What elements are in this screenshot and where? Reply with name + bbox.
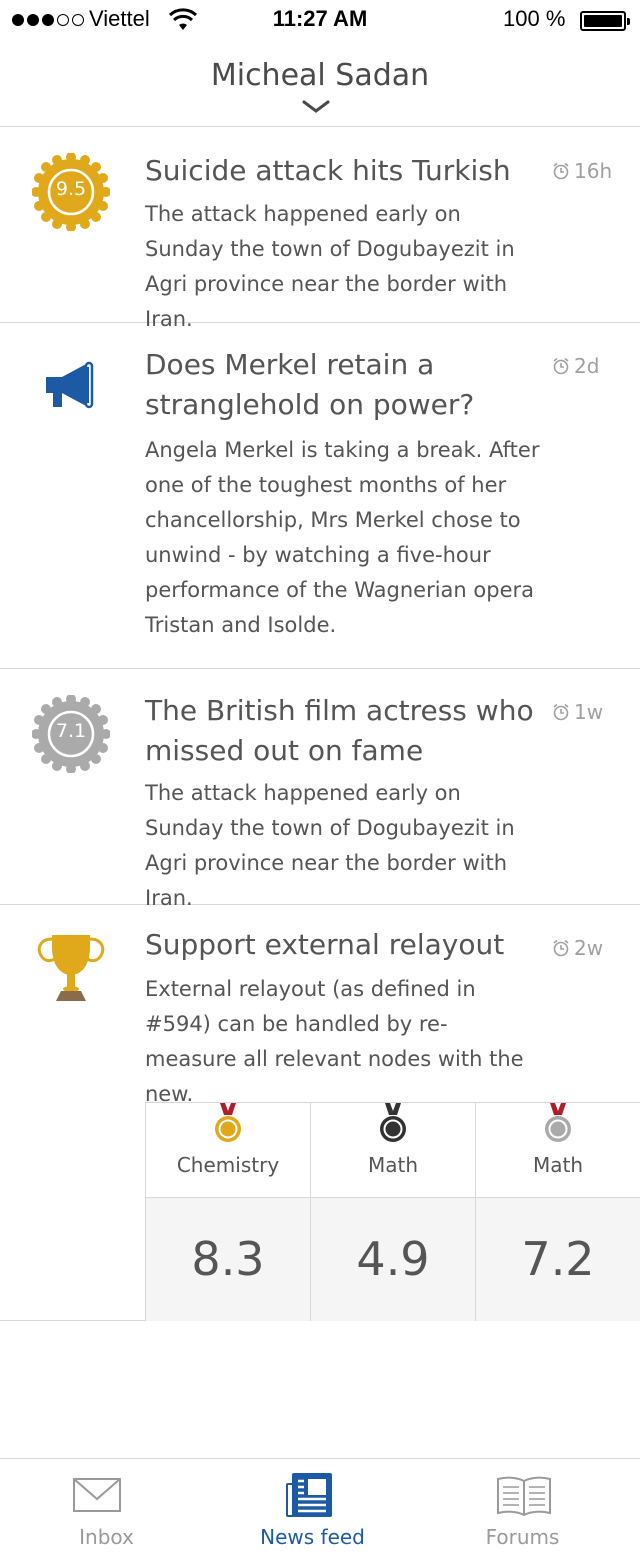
mail-icon bbox=[73, 1478, 121, 1512]
feed-item[interactable]: Does Merkel retain a stranglehold on pow… bbox=[0, 323, 640, 669]
news-body: Angela Merkel is taking a break. After o… bbox=[145, 438, 540, 637]
feed-item[interactable]: 7.1 The British film actress who missed … bbox=[0, 669, 640, 910]
news-title[interactable]: Support external relayout bbox=[145, 925, 535, 965]
tab-label: Forums bbox=[485, 1525, 560, 1549]
time-ago: 16h bbox=[552, 159, 612, 183]
news-body: External relayout (as defined in #594) c… bbox=[145, 977, 524, 1106]
tab-bar: Inbox News feed Forums bbox=[0, 1458, 640, 1557]
profile-header[interactable]: Micheal Sadan bbox=[0, 40, 640, 127]
status-bar: Viettel 11:27 AM 100 % bbox=[0, 0, 640, 40]
alarm-clock-icon bbox=[553, 357, 569, 375]
black-medal-icon bbox=[380, 1103, 406, 1142]
newspaper-icon bbox=[286, 1473, 332, 1517]
alarm-clock-icon bbox=[553, 703, 569, 721]
score-column[interactable]: Math 4.9 bbox=[311, 1103, 476, 1321]
alarm-clock-icon bbox=[553, 939, 569, 957]
news-body: The attack happened early on Sunday the … bbox=[145, 202, 515, 331]
tab-news-feed[interactable]: News feed bbox=[206, 1459, 419, 1557]
time-ago: 2d bbox=[552, 354, 599, 378]
time-ago-label: 2d bbox=[574, 354, 600, 378]
subject-label: Math bbox=[532, 1153, 584, 1177]
time-ago: 2w bbox=[552, 936, 603, 960]
time-ago-label: 1w bbox=[574, 700, 604, 724]
time-ago-label: 16h bbox=[574, 159, 613, 183]
news-title[interactable]: Suicide attack hits Turkish bbox=[145, 151, 535, 191]
scores-table: Chemistry 8.3 Math 4.9 Math 7.2 bbox=[145, 1102, 640, 1321]
book-icon bbox=[497, 1476, 551, 1517]
score-column[interactable]: Math 7.2 bbox=[476, 1103, 640, 1321]
time-ago-label: 2w bbox=[574, 936, 604, 960]
tab-forums[interactable]: Forums bbox=[416, 1459, 629, 1557]
subject-label: Chemistry bbox=[176, 1153, 280, 1177]
page-title[interactable]: Micheal Sadan bbox=[0, 58, 640, 93]
score-header: Math bbox=[476, 1103, 640, 1198]
tab-label: Inbox bbox=[79, 1525, 134, 1549]
news-title[interactable]: The British film actress who missed out … bbox=[145, 691, 535, 771]
trophy-icon bbox=[37, 935, 105, 1001]
silver-medal-icon bbox=[545, 1103, 571, 1142]
time-ago: 1w bbox=[552, 700, 603, 724]
score-header: Math bbox=[311, 1103, 475, 1198]
score-column[interactable]: Chemistry 8.3 bbox=[146, 1103, 311, 1321]
score-badge-value: 9.5 bbox=[55, 178, 87, 200]
battery-icon bbox=[580, 11, 630, 31]
subject-label: Math bbox=[367, 1153, 419, 1177]
score-value: 4.9 bbox=[311, 1198, 475, 1321]
chevron-down-icon[interactable] bbox=[302, 100, 330, 114]
tab-label: News feed bbox=[260, 1525, 365, 1549]
tab-inbox[interactable]: Inbox bbox=[0, 1459, 213, 1557]
alarm-clock-icon bbox=[553, 162, 569, 180]
feed-item[interactable]: 9.5 Suicide attack hits Turkish 16h The … bbox=[0, 127, 640, 331]
battery-percentage: 100 % bbox=[503, 6, 566, 31]
news-body: The attack happened early on Sunday the … bbox=[145, 781, 515, 910]
score-badge-value: 7.1 bbox=[55, 720, 87, 742]
score-header: Chemistry bbox=[146, 1103, 310, 1198]
megaphone-icon bbox=[46, 361, 94, 409]
gold-medal-icon bbox=[215, 1103, 241, 1142]
score-value: 8.3 bbox=[146, 1198, 310, 1321]
score-value: 7.2 bbox=[476, 1198, 640, 1321]
news-title[interactable]: Does Merkel retain a stranglehold on pow… bbox=[145, 345, 535, 425]
